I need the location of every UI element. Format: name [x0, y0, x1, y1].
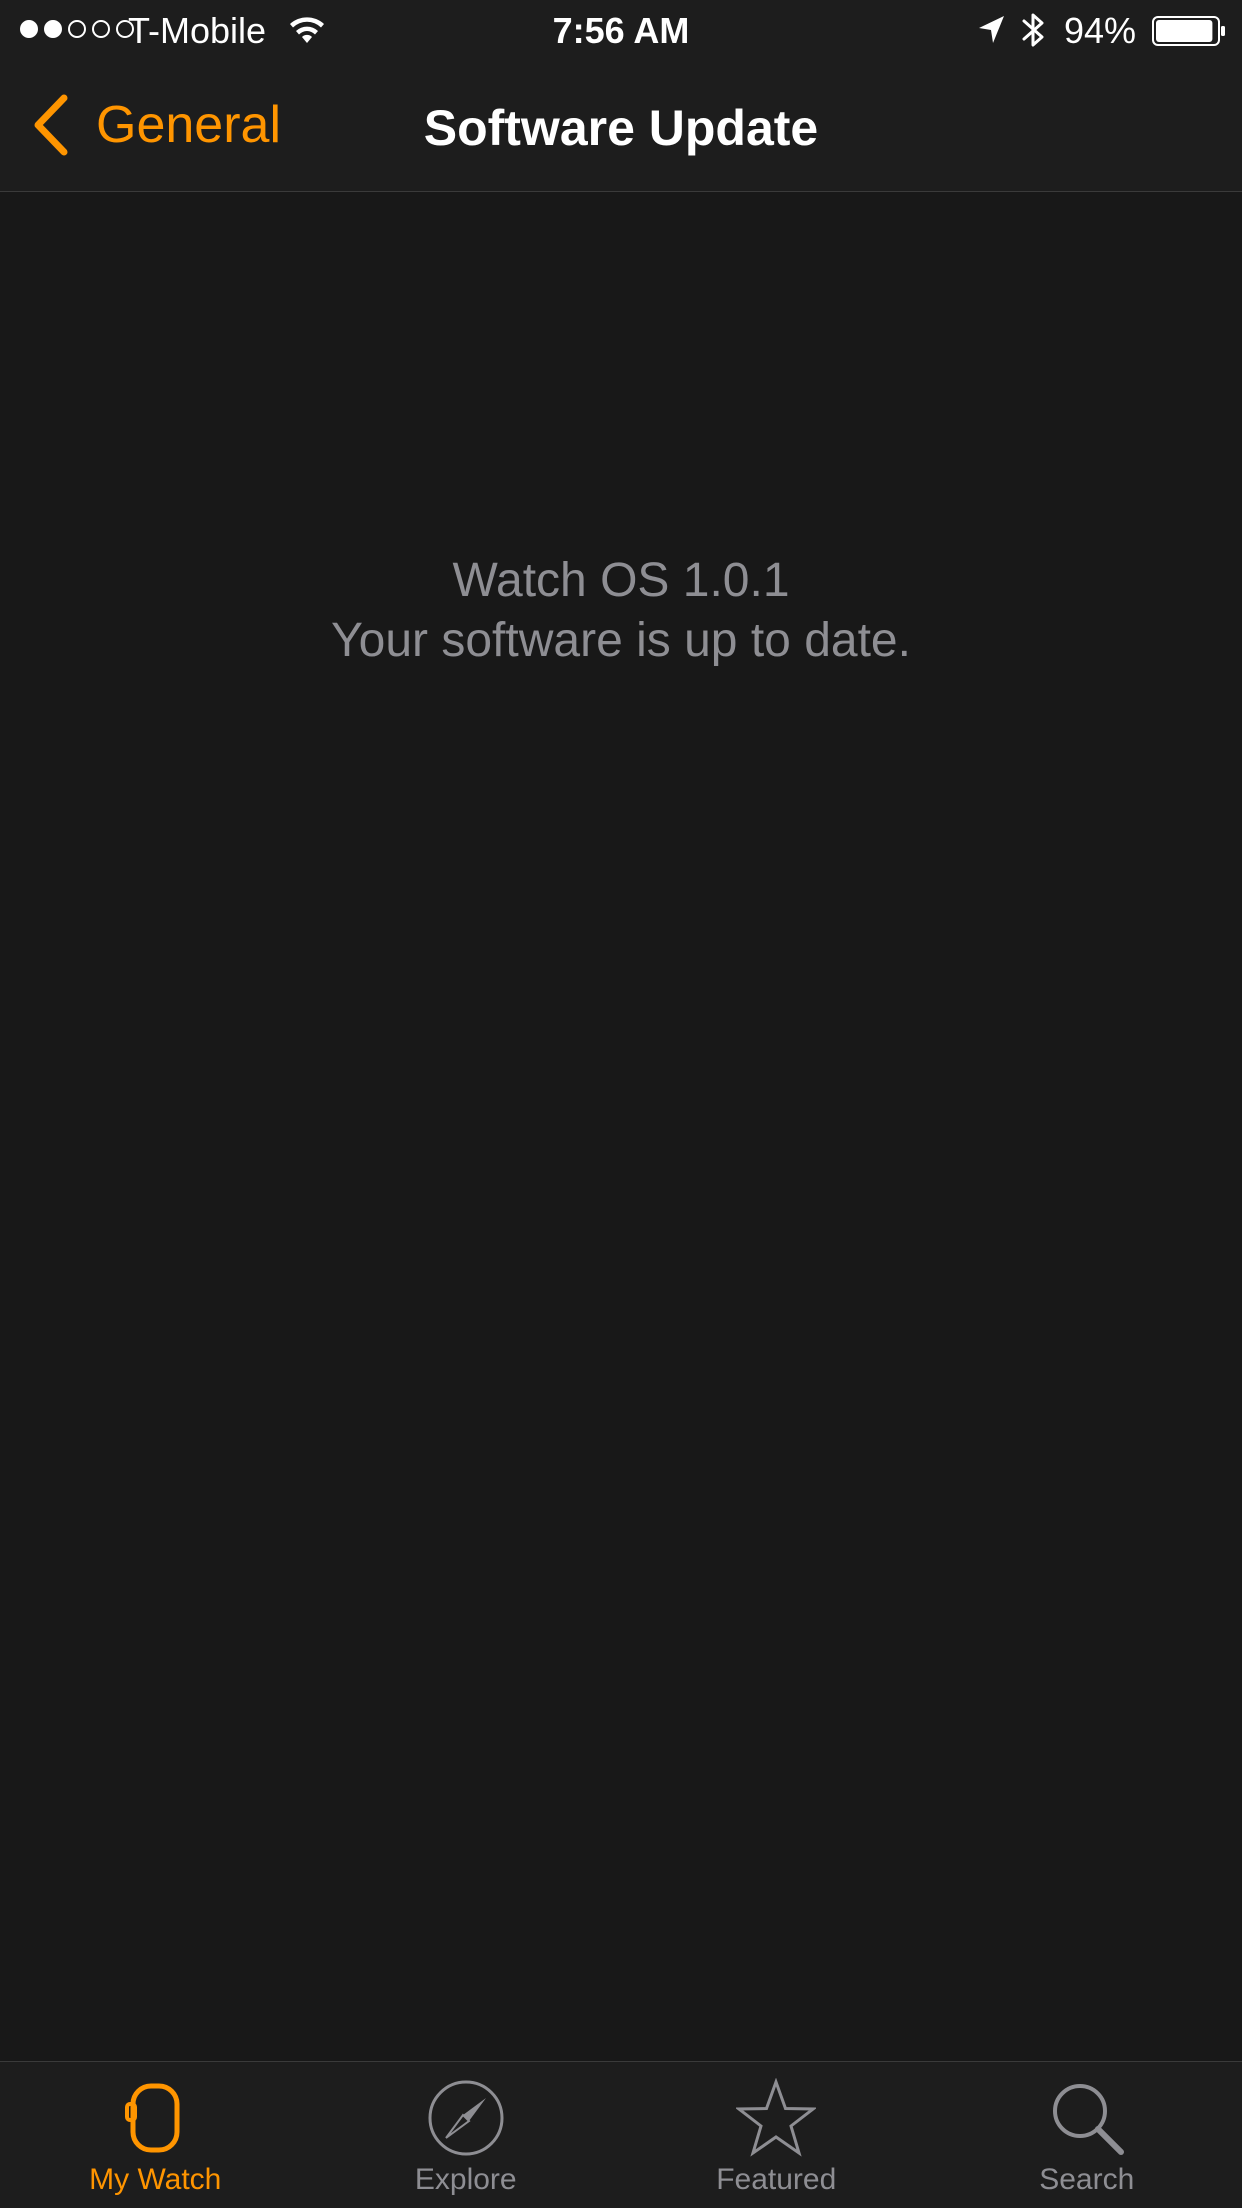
star-icon: [736, 2078, 817, 2157]
screen: T-Mobile 7:56 AM 94% General Software Up…: [0, 0, 1242, 2208]
status-time: 7:56 AM: [552, 10, 690, 51]
status-bar: T-Mobile 7:56 AM 94%: [0, 0, 1242, 62]
battery-percent: 94%: [1064, 10, 1137, 51]
page-title: Software Update: [423, 100, 819, 156]
tab-label: Featured: [716, 2163, 837, 2196]
update-status-message: Watch OS 1.0.1 Your software is up to da…: [0, 551, 1242, 671]
tab-featured[interactable]: Featured: [621, 2062, 932, 2208]
tab-label: My Watch: [89, 2163, 222, 2196]
location-arrow-icon: [979, 16, 1004, 43]
tab-bar: My Watch Explore Featured Search: [0, 2061, 1242, 2208]
bluetooth-icon: [1022, 13, 1044, 47]
watch-icon: [125, 2083, 180, 2153]
compass-icon: [428, 2080, 504, 2156]
main-content: Watch OS 1.0.1 Your software is up to da…: [0, 193, 1242, 2061]
tab-label: Explore: [414, 2163, 517, 2196]
tab-search[interactable]: Search: [932, 2062, 1242, 2208]
tab-my-watch[interactable]: My Watch: [0, 2062, 311, 2208]
navigation-bar: General Software Update: [0, 62, 1242, 192]
battery-icon: [1152, 16, 1225, 46]
tab-explore[interactable]: Explore: [311, 2062, 622, 2208]
software-version: Watch OS 1.0.1: [452, 554, 790, 607]
tab-label: Search: [1039, 2163, 1135, 2196]
search-icon: [1052, 2084, 1124, 2155]
update-status-text: Your software is up to date.: [331, 614, 911, 667]
